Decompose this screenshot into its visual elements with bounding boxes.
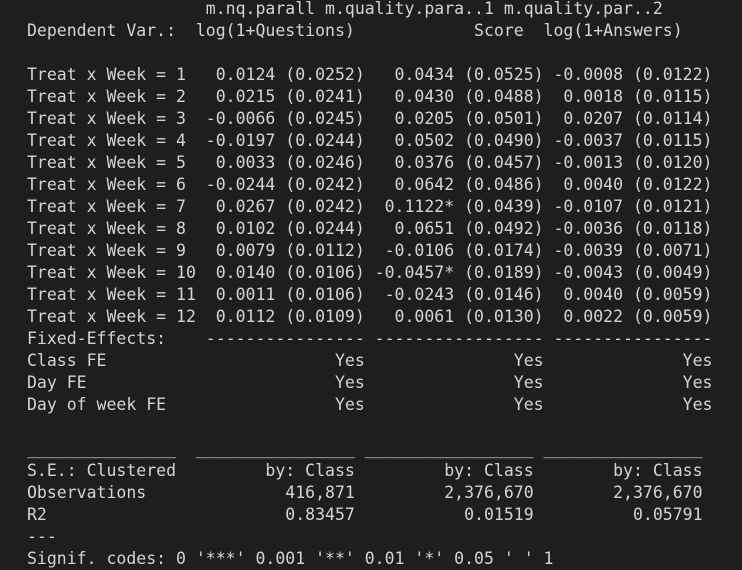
console-line: Day FE Yes Yes Yes [27,373,713,392]
console-line: Treat x Week = 9 0.0079 (0.0112) -0.0106… [27,241,713,260]
console-line: Treat x Week = 7 0.0267 (0.0242) 0.1122*… [27,197,713,216]
regression-table-output: m.nq.parall m.quality.para..1 m.quality.… [27,0,712,570]
console-line: Treat x Week = 12 0.0112 (0.0109) 0.0061… [27,307,713,326]
console-line: m.nq.parall m.quality.para..1 m.quality.… [27,0,663,18]
console-line: Signif. codes: 0 '***' 0.001 '**' 0.01 '… [27,549,554,568]
console-line: Treat x Week = 2 0.0215 (0.0241) 0.0430 … [27,87,713,106]
console-line: Treat x Week = 3 -0.0066 (0.0245) 0.0205… [27,109,713,128]
console-line: Treat x Week = 4 -0.0197 (0.0244) 0.0502… [27,131,713,150]
console-line: Dependent Var.: log(1+Questions) Score l… [27,21,683,40]
console-line: Observations 416,871 2,376,670 2,376,670 [27,483,703,502]
console-line: Class FE Yes Yes Yes [27,351,713,370]
console-output-panel: m.nq.parall m.quality.para..1 m.quality.… [0,0,742,568]
console-line: Treat x Week = 1 0.0124 (0.0252) 0.0434 … [27,65,713,84]
console-line: S.E.: Clustered by: Class by: Class by: … [27,461,703,480]
console-line: Fixed-Effects: ---------------- --------… [27,329,713,348]
console-line: Treat x Week = 11 0.0011 (0.0106) -0.024… [27,285,713,304]
console-line: Day of week FE Yes Yes Yes [27,395,713,414]
console-line: _______________ ________________ _______… [27,439,703,458]
console-line: Treat x Week = 6 -0.0244 (0.0242) 0.0642… [27,175,713,194]
console-line: R2 0.83457 0.01519 0.05791 [27,505,703,524]
console-line: --- [27,527,57,546]
console-line: Treat x Week = 5 0.0033 (0.0246) 0.0376 … [27,153,713,172]
console-line: Treat x Week = 8 0.0102 (0.0244) 0.0651 … [27,219,713,238]
console-line: Treat x Week = 10 0.0140 (0.0106) -0.045… [27,263,713,282]
